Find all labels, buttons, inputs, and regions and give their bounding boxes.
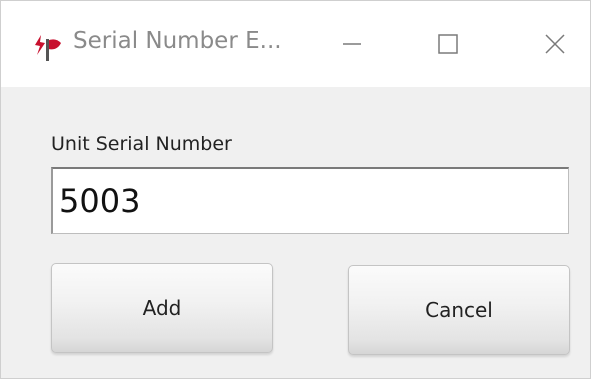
title-bar[interactable]: Serial Number E... bbox=[1, 1, 590, 87]
close-icon bbox=[545, 34, 565, 54]
close-button[interactable] bbox=[527, 21, 583, 67]
window-title: Serial Number E... bbox=[73, 28, 282, 54]
minimize-button[interactable] bbox=[324, 21, 380, 67]
maximize-icon bbox=[438, 34, 458, 54]
serial-number-input[interactable] bbox=[51, 167, 569, 234]
cancel-button[interactable]: Cancel bbox=[348, 265, 570, 355]
serial-number-dialog: Serial Number E... Unit Serial Number Ad… bbox=[0, 0, 591, 379]
serial-number-label: Unit Serial Number bbox=[51, 133, 232, 155]
app-logo-icon bbox=[35, 35, 61, 61]
add-button[interactable]: Add bbox=[51, 263, 273, 353]
minimize-icon bbox=[343, 43, 361, 45]
maximize-button[interactable] bbox=[420, 21, 476, 67]
